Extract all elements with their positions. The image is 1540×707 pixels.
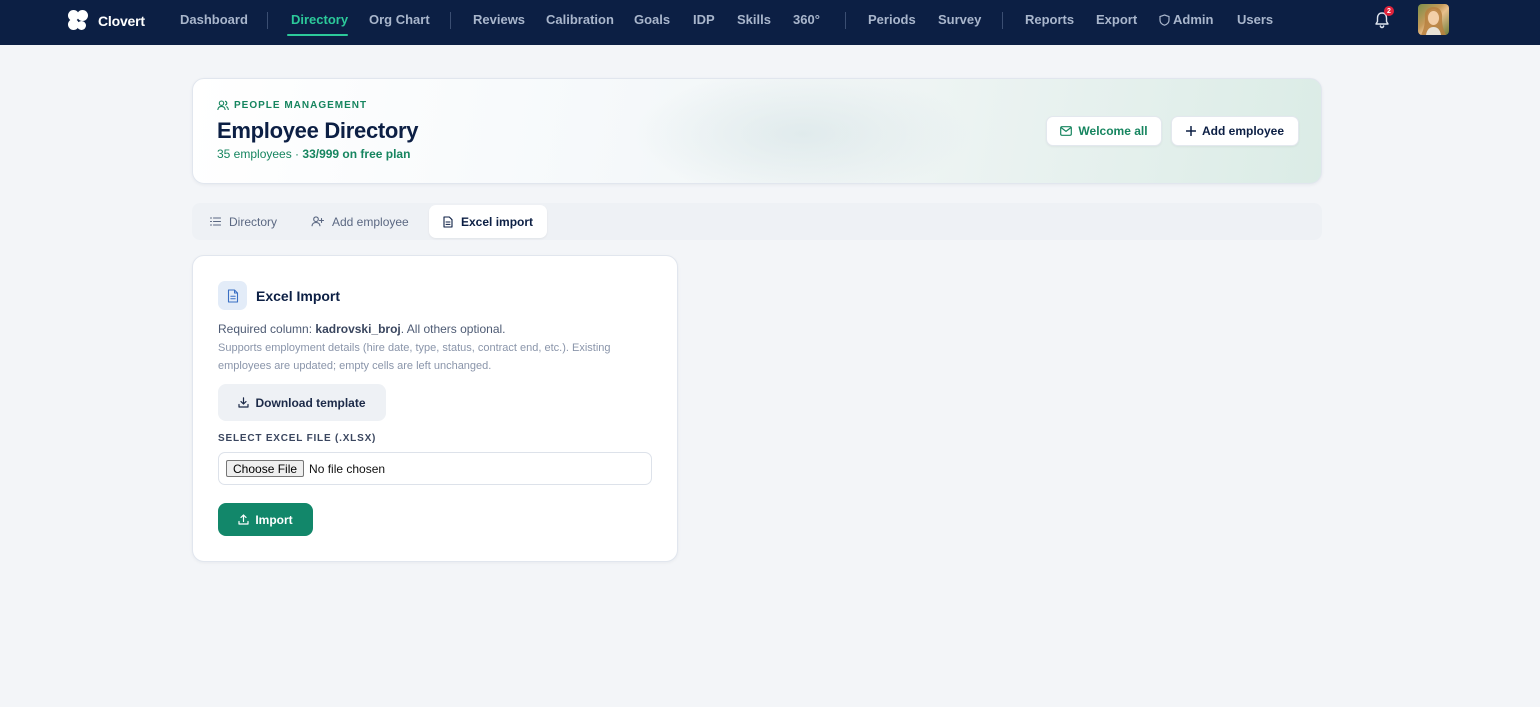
page-header-card: PEOPLE MANAGEMENT Employee Directory 35 …: [192, 78, 1322, 184]
nav-survey[interactable]: Survey: [938, 12, 981, 27]
tab-directory[interactable]: Directory: [210, 205, 277, 238]
card-title: Excel Import: [256, 288, 341, 304]
excel-import-card: Excel Import Required column: kadrovski_…: [192, 255, 678, 562]
nav-goals[interactable]: Goals: [634, 12, 670, 27]
nav-reviews[interactable]: Reviews: [473, 12, 525, 27]
nav-periods[interactable]: Periods: [868, 12, 916, 27]
nav-divider: [267, 12, 268, 29]
download-template-button[interactable]: Download template: [218, 384, 386, 421]
nav-divider: [450, 12, 451, 29]
nav-admin-label: Admin: [1173, 12, 1214, 27]
user-plus-icon: [311, 216, 324, 227]
notification-badge: 2: [1384, 6, 1394, 16]
top-nav: Clovert Dashboard Directory Org Chart Re…: [0, 0, 1540, 45]
mail-icon: [1060, 126, 1073, 136]
nav-divider: [845, 12, 846, 29]
list-icon: [210, 217, 221, 226]
upload-icon: [238, 514, 249, 525]
clover-logo-icon: [66, 9, 90, 33]
tab-directory-label: Directory: [229, 214, 278, 229]
nav-admin[interactable]: Admin: [1159, 12, 1213, 27]
nav-divider: [1002, 12, 1003, 29]
employee-summary: 35 employees · 33/999 on free plan: [217, 147, 411, 161]
users-icon: [217, 100, 229, 111]
plan-usage: 33/999 on free plan: [302, 147, 411, 161]
download-icon: [238, 397, 250, 408]
shield-icon: [1159, 13, 1170, 26]
welcome-all-button[interactable]: Welcome all: [1046, 116, 1162, 146]
page-title: Employee Directory: [217, 118, 419, 143]
add-employee-button[interactable]: Add employee: [1171, 116, 1299, 146]
file-icon: [443, 215, 453, 228]
add-employee-label: Add employee: [1201, 124, 1285, 138]
required-column-note: Required column: kadrovski_broj. All oth…: [218, 322, 506, 336]
import-description: Supports employment details (hire date, …: [218, 342, 611, 372]
nav-org-chart[interactable]: Org Chart: [369, 12, 430, 27]
employee-count: 35 employees: [217, 147, 292, 161]
choose-file-button[interactable]: Choose File: [226, 460, 305, 477]
nav-export[interactable]: Export: [1096, 12, 1137, 27]
nav-calibration[interactable]: Calibration: [546, 12, 614, 27]
tab-add-employee[interactable]: Add employee: [311, 205, 409, 238]
nav-directory[interactable]: Directory: [291, 12, 348, 27]
file-spreadsheet-icon: [218, 281, 247, 310]
import-button[interactable]: Import: [218, 503, 313, 536]
eyebrow-label: PEOPLE MANAGEMENT: [234, 100, 368, 111]
tab-add-employee-label: Add employee: [332, 214, 409, 229]
nav-dashboard[interactable]: Dashboard: [180, 12, 248, 27]
file-status-text: No file chosen: [309, 461, 386, 476]
nav-360[interactable]: 360°: [793, 12, 820, 27]
download-template-label: Download template: [255, 395, 366, 410]
tab-excel-import[interactable]: Excel import: [429, 205, 548, 238]
nav-idp[interactable]: IDP: [693, 12, 715, 27]
nav-reports[interactable]: Reports: [1025, 12, 1074, 27]
file-input-label: SELECT EXCEL FILE (.XLSX): [218, 433, 377, 444]
nav-active-indicator: [287, 34, 348, 36]
file-input[interactable]: Choose File No file chosen: [218, 452, 652, 485]
app-logo[interactable]: Clovert: [66, 8, 145, 34]
nav-skills[interactable]: Skills: [737, 12, 771, 27]
tab-excel-import-label: Excel import: [461, 214, 534, 229]
tab-bar: Directory Add employee Excel import: [192, 203, 1322, 240]
section-eyebrow: PEOPLE MANAGEMENT: [217, 100, 367, 111]
required-column-name: kadrovski_broj: [315, 322, 401, 336]
welcome-all-label: Welcome all: [1078, 124, 1148, 138]
avatar[interactable]: [1418, 4, 1449, 35]
avatar-photo: [1421, 7, 1446, 35]
app-name: Clovert: [98, 13, 145, 29]
nav-users[interactable]: Users: [1237, 12, 1273, 27]
import-label: Import: [255, 512, 293, 527]
plus-icon: [1185, 126, 1196, 136]
